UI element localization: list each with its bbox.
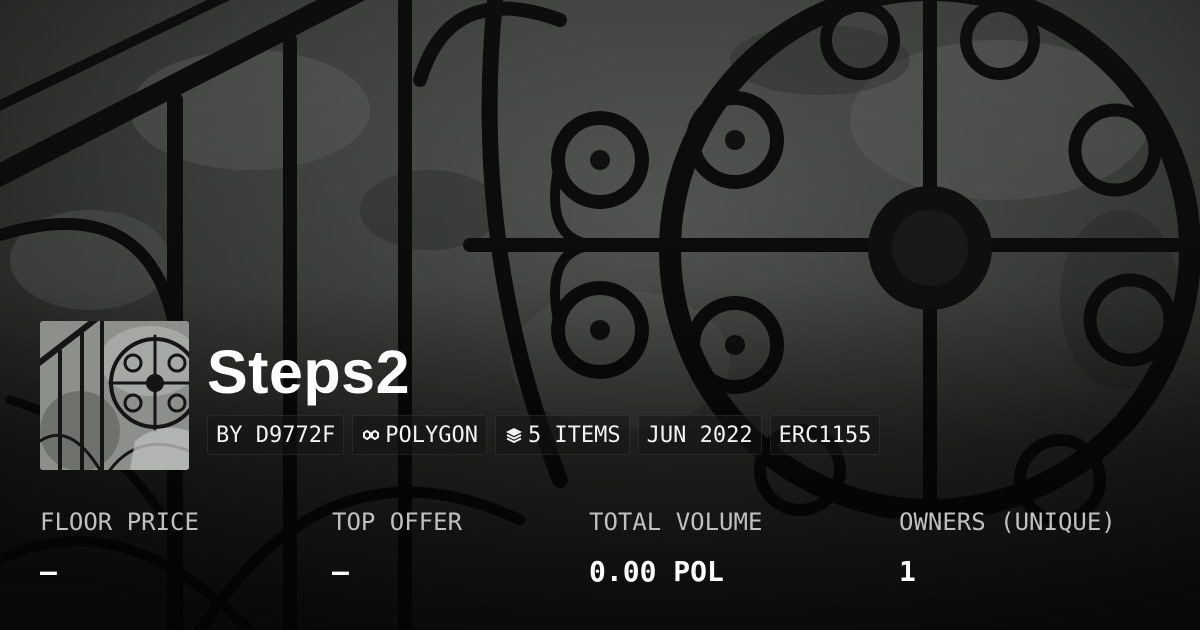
total-volume-value: 0.00 POL — [589, 555, 724, 588]
standard-label: ERC1155 — [778, 422, 872, 448]
floor-price-value: – — [40, 555, 57, 588]
owners-value: 1 — [899, 555, 916, 588]
owners-label: OWNERS (UNIQUE) — [899, 508, 1116, 536]
date-label: JUN 2022 — [646, 422, 753, 448]
collection-meta: BY D9772F POLYGON 5 ITEMS JUN 2022 ERC11… — [207, 415, 881, 455]
total-volume-label: TOTAL VOLUME — [589, 508, 763, 536]
creator-label: BY D9772F — [216, 422, 336, 448]
top-offer-label: TOP OFFER — [332, 508, 463, 536]
creator-chip[interactable]: BY D9772F — [207, 415, 345, 455]
chain-label: POLYGON — [385, 422, 478, 448]
layers-icon — [505, 428, 522, 443]
standard-chip: ERC1155 — [769, 415, 881, 455]
items-label: 5 ITEMS — [527, 422, 621, 448]
collection-title: Steps2 — [207, 338, 411, 406]
date-chip: JUN 2022 — [637, 415, 762, 455]
top-offer-value: – — [332, 555, 349, 588]
collection-avatar — [40, 321, 189, 470]
floor-price-label: FLOOR PRICE — [40, 508, 199, 536]
chain-chip[interactable]: POLYGON — [352, 415, 487, 455]
items-chip: 5 ITEMS — [494, 415, 630, 455]
polygon-link-icon — [363, 430, 380, 440]
